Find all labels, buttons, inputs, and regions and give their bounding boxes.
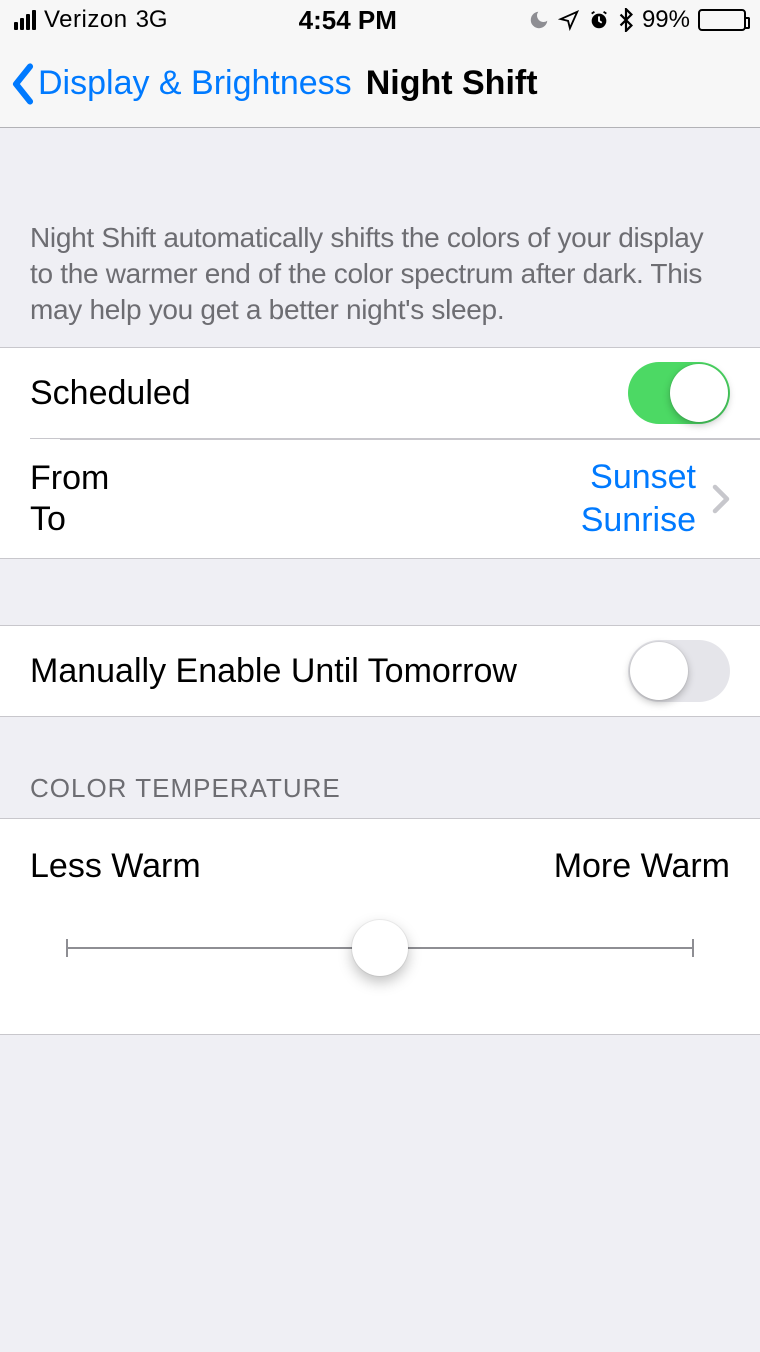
slider-thumb[interactable]: [352, 920, 408, 976]
to-label: To: [30, 500, 109, 539]
from-label: From: [30, 459, 109, 498]
page-title: Night Shift: [366, 64, 538, 103]
moon-icon: [528, 9, 550, 31]
manual-group: Manually Enable Until Tomorrow: [0, 625, 760, 717]
less-warm-label: Less Warm: [30, 847, 201, 886]
status-right: 99%: [528, 6, 746, 34]
scheduled-cell: Scheduled: [0, 348, 760, 438]
color-temperature-slider[interactable]: [66, 920, 694, 976]
chevron-left-icon: [10, 63, 36, 105]
battery-icon: [698, 9, 746, 31]
status-left: Verizon 3G: [14, 6, 168, 34]
location-icon: [558, 9, 580, 31]
more-warm-label: More Warm: [554, 847, 730, 886]
scheduled-label: Scheduled: [30, 374, 191, 413]
description-text: Night Shift automatically shifts the col…: [0, 128, 760, 347]
network-type-label: 3G: [136, 6, 168, 34]
schedule-range-labels: From To: [30, 459, 109, 539]
carrier-label: Verizon: [44, 6, 128, 34]
schedule-range-cell[interactable]: From To Sunset Sunrise: [30, 438, 760, 558]
scheduled-toggle[interactable]: [628, 362, 730, 424]
nav-bar: Display & Brightness Night Shift: [0, 40, 760, 128]
manual-enable-label: Manually Enable Until Tomorrow: [30, 652, 517, 691]
back-label: Display & Brightness: [38, 64, 352, 103]
slider-tick-max: [692, 939, 694, 957]
chevron-right-icon: [712, 484, 730, 514]
back-button[interactable]: Display & Brightness: [10, 63, 352, 105]
battery-percent-label: 99%: [642, 6, 690, 34]
bluetooth-icon: [618, 8, 634, 32]
scheduled-group: Scheduled From To Sunset Sunrise: [0, 347, 760, 559]
color-temperature-header: COLOR TEMPERATURE: [0, 717, 760, 818]
manual-enable-toggle[interactable]: [628, 640, 730, 702]
schedule-range-values: Sunset Sunrise: [581, 456, 730, 541]
signal-strength-icon: [14, 10, 36, 30]
clock-label: 4:54 PM: [299, 5, 397, 36]
color-temperature-cell: Less Warm More Warm: [0, 818, 760, 1035]
status-bar: Verizon 3G 4:54 PM 99%: [0, 0, 760, 40]
alarm-icon: [588, 9, 610, 31]
to-value: Sunrise: [581, 499, 696, 542]
from-value: Sunset: [590, 456, 696, 499]
manual-enable-cell: Manually Enable Until Tomorrow: [0, 626, 760, 716]
